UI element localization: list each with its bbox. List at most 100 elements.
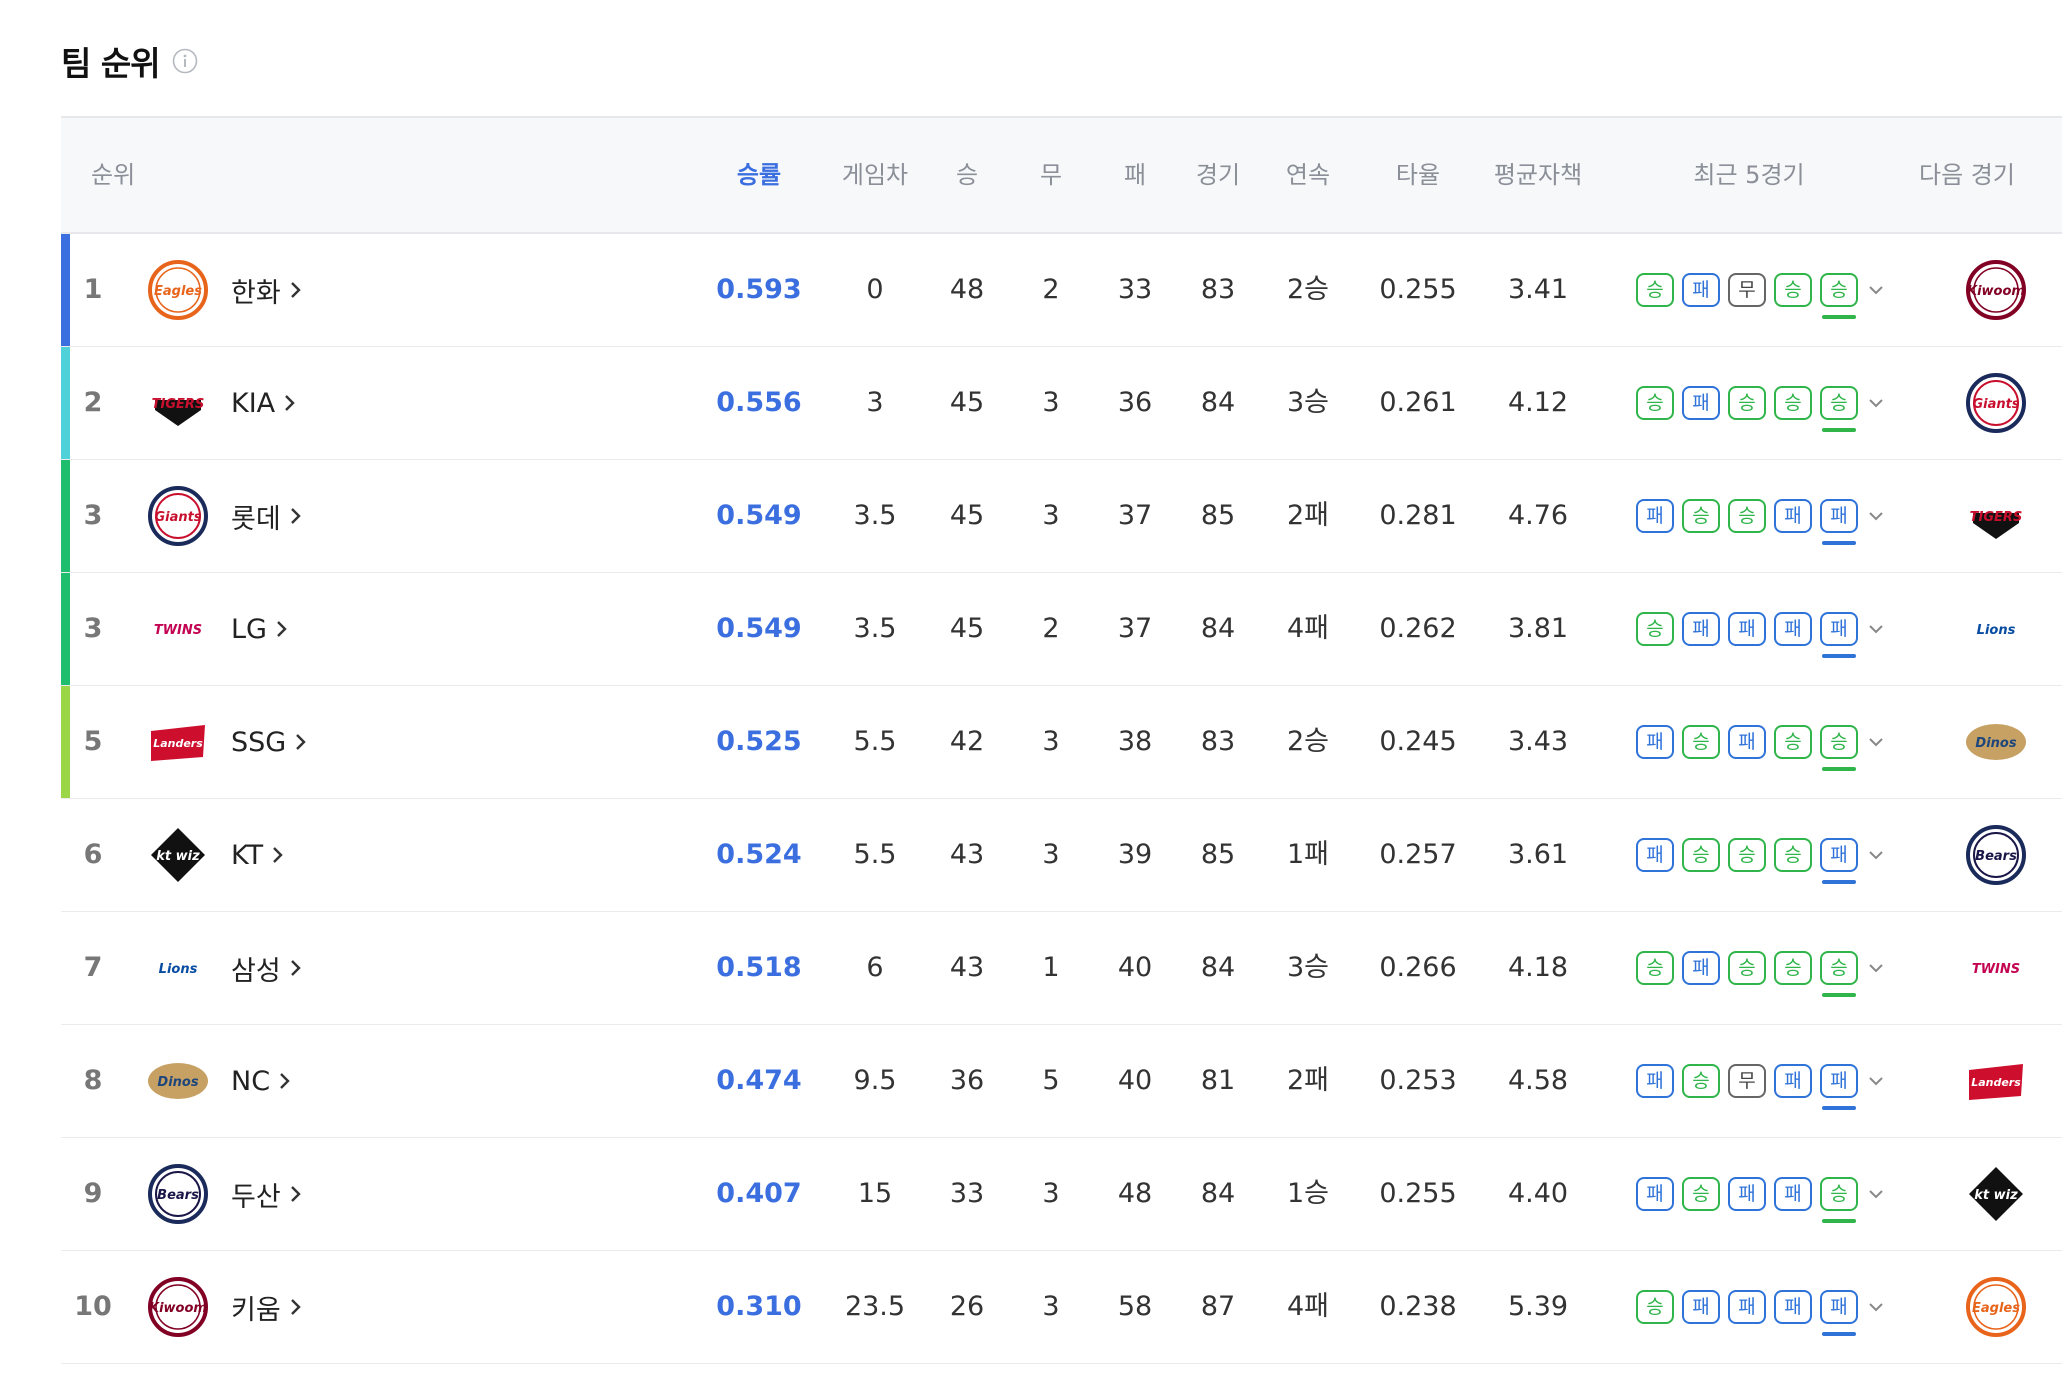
result-badge: 패 xyxy=(1820,612,1858,658)
table-body: 1 Eagles 한화 0.593 0 48 2 33 83 2승 0.255 3.41 승 패 무 승 승 Ki… xyxy=(61,234,2062,1364)
next-opponent-logo[interactable]: TIGERS xyxy=(1963,483,2029,549)
result-badge: 패 xyxy=(1774,1064,1812,1098)
next-opponent-logo[interactable]: Eagles xyxy=(1963,1274,2029,1340)
team-logo: Lions xyxy=(159,962,198,977)
cell-d: 2 xyxy=(1042,274,1060,305)
header-streak[interactable]: 연속 xyxy=(1286,118,1330,232)
team-link[interactable]: TIGERS KIA xyxy=(145,347,297,459)
table-row[interactable]: 2 TIGERS KIA 0.556 3 45 3 36 84 3승 0.261 4.12 승 패 승 승 승 G… xyxy=(61,347,2062,460)
table-row[interactable]: 3 Giants 롯데 0.549 3.5 45 3 37 85 2패 0.281 4.76 패 승 승 패 패… xyxy=(61,460,2062,573)
cell-gb: 3.5 xyxy=(853,613,897,644)
chevron-down-icon[interactable] xyxy=(1868,397,1884,409)
team-link[interactable]: Kiwoom 키움 xyxy=(145,1251,303,1363)
svg-text:Dinos: Dinos xyxy=(1975,736,2016,751)
table-row[interactable]: 8 Dinos NC 0.474 9.5 36 5 40 81 2패 0.253 4.58 패 승 무 패 패 L… xyxy=(61,1025,2062,1138)
cell-gb: 6 xyxy=(866,952,884,983)
rank-number: 10 xyxy=(74,1291,112,1322)
table-row[interactable]: 7 Lions 삼성 0.518 6 43 1 40 84 3승 0.266 4.18 승 패 승 승 승 TWI… xyxy=(61,912,2062,1025)
team-name: 롯데 xyxy=(231,503,281,535)
next-opponent-logo[interactable]: Landers xyxy=(1963,1048,2029,1114)
chevron-down-icon[interactable] xyxy=(1868,962,1884,974)
result-badge: 패 xyxy=(1636,1064,1674,1098)
team-link[interactable]: Eagles 한화 xyxy=(145,234,303,346)
result-badge: 패 xyxy=(1728,1177,1766,1211)
team-name: NC xyxy=(231,1065,271,1097)
cell-era: 4.12 xyxy=(1507,387,1569,418)
table-row[interactable]: 1 Eagles 한화 0.593 0 48 2 33 83 2승 0.255 3.41 승 패 무 승 승 Ki… xyxy=(61,234,2062,347)
cell-d: 3 xyxy=(1042,1291,1060,1322)
result-badge: 패 xyxy=(1728,725,1766,759)
cell-w: 36 xyxy=(949,1065,985,1096)
rank-color-bar xyxy=(61,573,70,685)
cell-g: 84 xyxy=(1200,1178,1236,1209)
chevron-down-icon[interactable] xyxy=(1868,510,1884,522)
rank-color-bar xyxy=(61,460,70,572)
chevron-down-icon[interactable] xyxy=(1868,1301,1884,1313)
table-row[interactable]: 5 Landers SSG 0.525 5.5 42 3 38 83 2승 0.245 3.43 패 승 패… xyxy=(61,686,2062,799)
chevron-right-icon xyxy=(285,395,295,411)
last5-results: 승패무승승 xyxy=(1636,234,1884,346)
header-losses[interactable]: 패 xyxy=(1124,118,1146,232)
header-win-pct[interactable]: 승률 xyxy=(737,118,781,232)
cell-era: 4.58 xyxy=(1507,1065,1569,1096)
result-badge: 승 xyxy=(1682,838,1720,872)
chevron-down-icon[interactable] xyxy=(1868,284,1884,296)
cell-gb: 23.5 xyxy=(844,1291,906,1322)
cell-l: 39 xyxy=(1117,839,1153,870)
cell-w: 45 xyxy=(949,500,985,531)
team-link[interactable]: Dinos NC xyxy=(145,1025,292,1137)
team-link[interactable]: kt wiz KT xyxy=(145,799,285,911)
cell-gb: 3 xyxy=(866,387,884,418)
chevron-right-icon xyxy=(290,960,301,976)
header-draws[interactable]: 무 xyxy=(1040,118,1062,232)
cell-d: 3 xyxy=(1042,1178,1060,1209)
header-games-behind[interactable]: 게임차 xyxy=(842,118,908,232)
cell-gb: 5.5 xyxy=(853,839,897,870)
svg-text:kt wiz: kt wiz xyxy=(1974,1188,2018,1203)
team-logo: Dinos xyxy=(148,1063,208,1099)
cell-g: 85 xyxy=(1200,839,1236,870)
info-icon[interactable] xyxy=(172,48,198,74)
chevron-down-icon[interactable] xyxy=(1868,1188,1884,1200)
header-wins[interactable]: 승 xyxy=(956,118,978,232)
page-title: 팀 순위 xyxy=(61,44,161,83)
standings-table: 순위 승률 게임차 승 무 패 경기 연속 타율 평균자책 최근 5경기 다음 … xyxy=(61,116,2062,1364)
team-logo: kt wiz xyxy=(151,828,205,882)
svg-text:Landers: Landers xyxy=(1971,1076,2021,1089)
team-link[interactable]: TWINS LG xyxy=(145,573,289,685)
svg-text:Lions: Lions xyxy=(159,962,198,977)
chevron-right-icon xyxy=(290,282,301,298)
table-row[interactable]: 9 Bears 두산 0.407 15 33 3 48 84 1승 0.255 4.40 패 승 패 패 승 kt… xyxy=(61,1138,2062,1251)
next-opponent-logo[interactable]: Giants xyxy=(1963,370,2029,436)
chevron-down-icon[interactable] xyxy=(1868,736,1884,748)
team-logo: Kiwoom xyxy=(148,1277,208,1337)
chevron-down-icon[interactable] xyxy=(1868,849,1884,861)
next-opponent-logo[interactable]: Lions xyxy=(1963,596,2029,662)
table-row[interactable]: 3 TWINS LG 0.549 3.5 45 2 37 84 4패 0.262 3.81 승 패 패 패 패 L… xyxy=(61,573,2062,686)
chevron-down-icon[interactable] xyxy=(1868,1075,1884,1087)
team-link[interactable]: Landers SSG xyxy=(145,686,308,798)
cell-d: 5 xyxy=(1042,1065,1060,1096)
table-row[interactable]: 10 Kiwoom 키움 0.310 23.5 26 3 58 87 4패 0.238 5.39 승 패 패… xyxy=(61,1251,2062,1364)
last5-results: 승패승승승 xyxy=(1636,347,1884,459)
table-row[interactable]: 6 kt wiz KT 0.524 5.5 43 3 39 85 1패 0.257 3.61 패 승 승 승 패… xyxy=(61,799,2062,912)
team-name: KIA xyxy=(231,387,276,419)
next-opponent-logo[interactable]: Kiwoom xyxy=(1963,257,2029,323)
svg-text:TIGERS: TIGERS xyxy=(152,397,205,412)
team-link[interactable]: Lions 삼성 xyxy=(145,912,303,1024)
header-batting-avg[interactable]: 타율 xyxy=(1396,118,1440,232)
cell-streak: 2패 xyxy=(1286,1065,1330,1096)
header-rank[interactable]: 순위 xyxy=(91,118,135,232)
header-games[interactable]: 경기 xyxy=(1196,118,1240,232)
next-opponent-logo[interactable]: TWINS xyxy=(1963,935,2029,1001)
next-opponent-logo[interactable]: kt wiz xyxy=(1963,1161,2029,1227)
svg-text:Kiwoom: Kiwoom xyxy=(1967,284,2025,299)
next-opponent-logo[interactable]: Dinos xyxy=(1963,709,2029,775)
chevron-down-icon[interactable] xyxy=(1868,623,1884,635)
cell-w: 45 xyxy=(949,387,985,418)
next-opponent-logo[interactable]: Bears xyxy=(1963,822,2029,888)
team-link[interactable]: Giants 롯데 xyxy=(145,460,303,572)
result-badge: 승 xyxy=(1820,725,1858,771)
team-link[interactable]: Bears 두산 xyxy=(145,1138,303,1250)
header-era[interactable]: 평균자책 xyxy=(1494,118,1582,232)
